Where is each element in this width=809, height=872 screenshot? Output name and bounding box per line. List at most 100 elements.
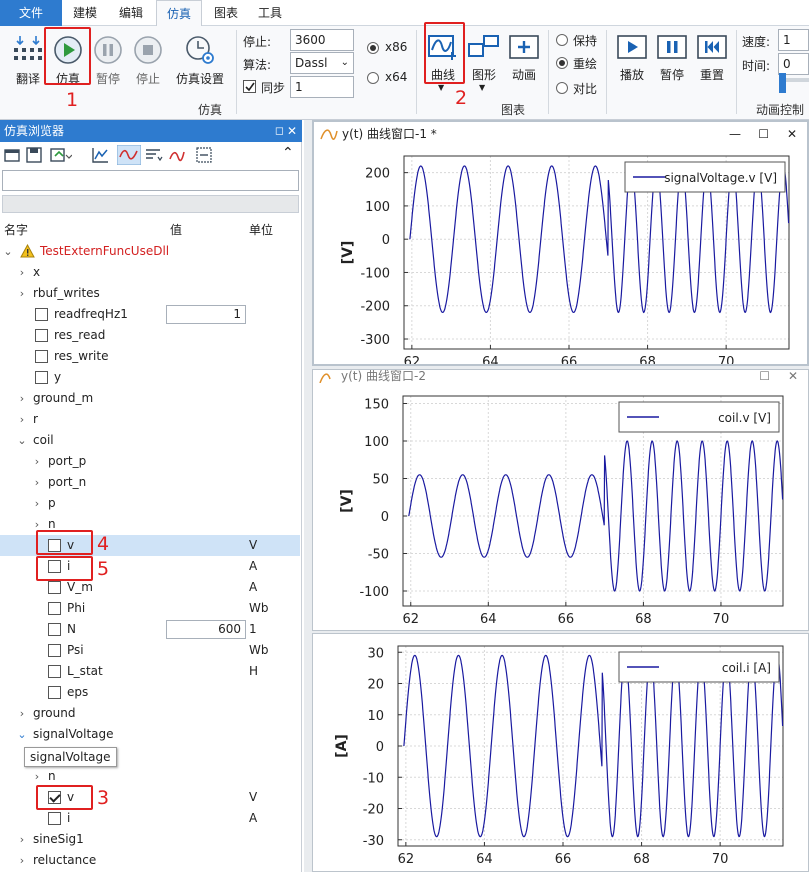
tree-item-rbuf-writes[interactable]: › rbuf_writes (0, 283, 300, 304)
tree-item-l-stat[interactable]: L_stat H (0, 661, 300, 682)
sync-input[interactable]: 1 (290, 76, 354, 98)
menu-edit[interactable]: 编辑 (108, 0, 154, 26)
chevron-right-icon[interactable]: › (17, 409, 27, 430)
sync-checkbox[interactable] (243, 80, 256, 93)
maximize-icon[interactable]: ☐ (758, 122, 769, 146)
minimize-icon[interactable]: — (729, 122, 741, 146)
x-tick-label: 66 (555, 852, 572, 867)
menu-file[interactable]: 文件 (0, 0, 62, 26)
plot-checkbox[interactable] (35, 350, 48, 363)
x86-radio[interactable] (367, 42, 379, 54)
plot-checkbox[interactable] (48, 686, 61, 699)
algorithm-select[interactable]: Dassl ⌄ (290, 52, 354, 74)
search-input[interactable] (2, 170, 299, 191)
tree-item-port-n[interactable]: › port_n (0, 472, 300, 493)
chevron-right-icon[interactable]: › (17, 262, 27, 283)
reset-button[interactable]: 重置 (692, 30, 732, 96)
sim-settings-button[interactable]: 仿真设置 (170, 32, 230, 88)
plot-checkbox[interactable] (48, 644, 61, 657)
save-icon[interactable] (26, 147, 42, 163)
plot-checkbox[interactable] (48, 623, 61, 636)
menu-simulation[interactable]: 仿真 (156, 0, 202, 26)
plot-checkbox[interactable] (48, 665, 61, 678)
pause-button[interactable]: 暂停 (86, 32, 130, 88)
tree-item-sinesig1[interactable]: › sineSig1 (0, 829, 300, 850)
chevron-down-icon[interactable]: ⌄ (17, 430, 27, 451)
chevron-right-icon[interactable]: › (32, 766, 42, 787)
unit-label: A (249, 580, 258, 594)
chevron-right-icon[interactable]: › (17, 850, 27, 871)
tree-item-res-read[interactable]: res_read (0, 325, 300, 346)
menu-chart[interactable]: 图表 (203, 0, 249, 26)
x64-radio[interactable] (367, 72, 379, 84)
tree-item-port-p[interactable]: › port_p (0, 451, 300, 472)
plot-checkbox[interactable] (48, 581, 61, 594)
stop-button[interactable]: 停止 (126, 32, 170, 88)
value-input[interactable]: 600 (166, 620, 246, 639)
close-icon[interactable]: ✕ (788, 370, 798, 382)
tree-item-x[interactable]: › x (0, 262, 300, 283)
float-icon[interactable]: ◻ (275, 120, 284, 142)
chevron-right-icon[interactable]: › (17, 829, 27, 850)
tree-item-eps[interactable]: eps (0, 682, 300, 703)
menu-modeling[interactable]: 建模 (62, 0, 108, 26)
redraw-radio[interactable] (556, 57, 568, 69)
close-icon[interactable]: ✕ (287, 120, 297, 142)
y-tick-label: -20 (363, 803, 384, 818)
chevron-right-icon[interactable]: › (32, 493, 42, 514)
tree-item-reluctance[interactable]: › reluctance (0, 850, 300, 871)
play-button[interactable]: 播放 (612, 30, 652, 96)
close-icon[interactable]: ✕ (787, 122, 797, 146)
chevron-right-icon[interactable]: › (17, 703, 27, 724)
tree-item-signalvoltage[interactable]: ⌄ signalVoltage (0, 724, 300, 745)
tree-item-res-write[interactable]: res_write (0, 346, 300, 367)
tree-item-readfreqhz1[interactable]: readfreqHz1 1 (0, 304, 300, 325)
maximize-icon[interactable]: ☐ (759, 370, 770, 382)
tree-item-ground-m[interactable]: › ground_m (0, 388, 300, 409)
plot-checkbox[interactable] (48, 812, 61, 825)
tree-item-n-turns[interactable]: N 600 1 (0, 619, 300, 640)
keep-radio[interactable] (556, 34, 568, 46)
speed-input[interactable]: 1 (778, 29, 809, 51)
plot-checkbox[interactable] (35, 329, 48, 342)
stop-time-input[interactable]: 3600 (290, 29, 354, 51)
tree-item-psi[interactable]: Psi Wb (0, 640, 300, 661)
export-icon[interactable] (50, 147, 72, 163)
curve-delete-icon[interactable] (168, 147, 186, 163)
filter-list-icon[interactable] (145, 147, 163, 163)
plot-checkbox[interactable] (35, 308, 48, 321)
tree-root[interactable]: ⌄ TestExternFuncUseDll (0, 241, 300, 262)
chevron-right-icon[interactable]: › (17, 388, 27, 409)
curve-select-icon[interactable] (117, 145, 141, 165)
animation-button[interactable]: 动画 (504, 30, 544, 96)
browser-title: 仿真浏览器 (4, 124, 65, 138)
plot-checkbox[interactable] (48, 602, 61, 615)
collapse-all-icon[interactable] (196, 147, 212, 163)
plot-axis-icon[interactable] (91, 147, 109, 163)
tree-item-y[interactable]: y (0, 367, 300, 388)
tree-item-p[interactable]: › p (0, 493, 300, 514)
chevron-down-icon[interactable]: ⌄ (17, 724, 27, 745)
chevron-up-icon[interactable]: ⌃ (282, 145, 294, 161)
tree-item-signal-n[interactable]: › n (0, 766, 300, 787)
tree-item-signal-i[interactable]: iA (0, 808, 300, 829)
time-input[interactable]: 0 (778, 53, 809, 75)
value-input[interactable]: 1 (166, 305, 246, 324)
chevron-right-icon[interactable]: › (17, 283, 27, 304)
tree-item-ground[interactable]: › ground (0, 703, 300, 724)
anim-pause-button[interactable]: 暂停 (652, 30, 692, 96)
tree-item-phi[interactable]: Phi Wb (0, 598, 300, 619)
y-tick-label: -10 (363, 771, 384, 786)
time-slider-handle[interactable] (779, 73, 786, 93)
compare-radio[interactable] (556, 82, 568, 94)
tree-item-r[interactable]: › r (0, 409, 300, 430)
chevron-right-icon[interactable]: › (32, 472, 42, 493)
tree-item-coil[interactable]: ⌄ coil (0, 430, 300, 451)
speed-label: 速度: (742, 35, 771, 49)
chevron-right-icon[interactable]: › (32, 451, 42, 472)
open-icon[interactable] (4, 147, 20, 163)
figure-button[interactable]: 图形 ▼ (464, 30, 504, 96)
plot-checkbox[interactable] (35, 371, 48, 384)
menu-tools[interactable]: 工具 (247, 0, 293, 26)
chevron-down-icon[interactable]: ⌄ (3, 241, 13, 262)
